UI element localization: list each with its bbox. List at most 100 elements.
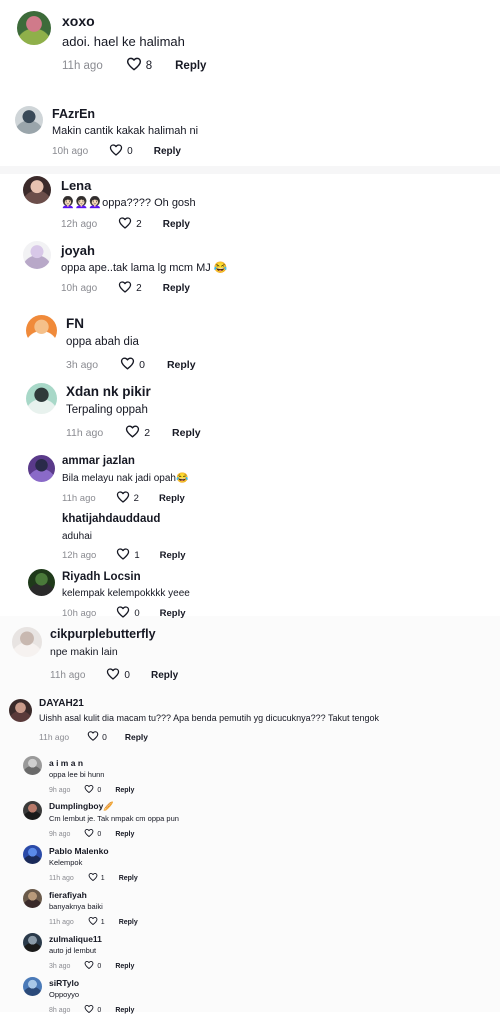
like-count: 2 xyxy=(136,219,142,230)
reply-button[interactable]: Reply xyxy=(115,787,134,794)
reply-button[interactable]: Reply xyxy=(167,359,196,371)
avatar[interactable] xyxy=(23,241,51,269)
username[interactable]: Pablo Malenko xyxy=(49,846,109,856)
like-button[interactable]: 1 xyxy=(116,547,140,564)
heart-icon xyxy=(88,916,98,928)
avatar[interactable] xyxy=(26,383,57,414)
timestamp: 10h ago xyxy=(61,283,98,294)
reply-button[interactable]: Reply xyxy=(160,550,186,561)
comment-meta: 12h ago 2 Reply xyxy=(61,216,190,233)
comment-meta: 11h ago 2 Reply xyxy=(66,424,201,442)
like-button[interactable]: 1 xyxy=(88,916,105,928)
comment-meta: 11h ago 0 Reply xyxy=(50,667,178,684)
like-button[interactable]: 0 xyxy=(116,605,140,622)
like-button[interactable]: 1 xyxy=(88,872,105,884)
like-count: 0 xyxy=(97,1006,102,1014)
reply-button[interactable]: Reply xyxy=(119,875,138,882)
like-count: 1 xyxy=(134,550,140,561)
username[interactable]: khatijahdauddaud xyxy=(62,513,160,525)
like-button[interactable]: 0 xyxy=(84,1004,101,1016)
heart-icon xyxy=(87,730,99,744)
heart-icon xyxy=(116,547,130,564)
avatar[interactable] xyxy=(17,11,51,45)
avatar[interactable] xyxy=(23,176,51,204)
avatar[interactable] xyxy=(23,756,42,775)
like-button[interactable]: 0 xyxy=(87,730,107,744)
comment-text: banyaknya baiki xyxy=(49,902,103,911)
username[interactable]: zulmalique11 xyxy=(49,934,102,944)
heart-icon xyxy=(118,280,132,297)
avatar[interactable] xyxy=(23,801,42,820)
reply-button[interactable]: Reply xyxy=(119,919,138,926)
timestamp: 11h ago xyxy=(49,874,74,882)
like-count: 0 xyxy=(97,830,102,838)
username[interactable]: joyah xyxy=(61,243,95,258)
like-button[interactable]: 0 xyxy=(120,356,145,374)
heart-icon xyxy=(84,784,94,796)
avatar[interactable] xyxy=(26,315,57,346)
comment-text: Terpaling oppah xyxy=(66,404,148,416)
reply-button[interactable]: Reply xyxy=(172,427,201,439)
username[interactable]: Xdan nk pikir xyxy=(66,384,151,399)
reply-button[interactable]: Reply xyxy=(163,219,190,230)
reply-button[interactable]: Reply xyxy=(115,831,134,838)
timestamp: 10h ago xyxy=(52,146,89,157)
like-count: 0 xyxy=(134,608,140,619)
avatar[interactable] xyxy=(23,977,42,996)
reply-button[interactable]: Reply xyxy=(163,283,190,294)
avatar[interactable] xyxy=(23,889,42,908)
like-button[interactable]: 2 xyxy=(118,280,142,297)
username[interactable]: Dumplingboy🥖 xyxy=(49,801,114,812)
comment-text: oppa abah dia xyxy=(66,336,139,348)
like-button[interactable]: 2 xyxy=(125,424,150,442)
avatar[interactable] xyxy=(23,845,42,864)
avatar[interactable] xyxy=(28,569,55,596)
like-count: 0 xyxy=(102,732,107,742)
comment-text: 👩🏻‍🦱👩🏻‍🦱👩🏻‍🦱oppa???? Oh gosh xyxy=(61,197,196,209)
comment-text: oppa lee bi hunn xyxy=(49,770,105,779)
username[interactable]: siRTylo xyxy=(49,978,79,988)
username[interactable]: xoxo xyxy=(62,13,95,29)
username[interactable]: FN xyxy=(66,316,84,331)
like-button[interactable]: 0 xyxy=(84,828,101,840)
timestamp: 11h ago xyxy=(39,732,70,742)
like-count: 0 xyxy=(127,146,133,157)
username[interactable]: DAYAH21 xyxy=(39,698,84,709)
reply-button[interactable]: Reply xyxy=(115,963,134,970)
like-count: 8 xyxy=(145,59,153,72)
reply-button[interactable]: Reply xyxy=(125,732,148,742)
section-divider xyxy=(0,166,500,174)
like-count: 0 xyxy=(97,786,102,794)
reply-button[interactable]: Reply xyxy=(154,146,181,157)
reply-button[interactable]: Reply xyxy=(160,608,186,619)
like-button[interactable]: 2 xyxy=(118,216,142,233)
reply-button[interactable]: Reply xyxy=(115,1007,134,1014)
like-button[interactable]: 2 xyxy=(116,490,139,507)
username[interactable]: a i m a n xyxy=(49,758,83,768)
comment-text: Bila melayu nak jadi opah😂 xyxy=(62,473,189,484)
username[interactable]: Riyadh Locsin xyxy=(62,571,141,583)
username[interactable]: ammar jazlan xyxy=(62,455,135,467)
avatar[interactable] xyxy=(12,627,42,657)
avatar[interactable] xyxy=(23,933,42,952)
avatar[interactable] xyxy=(15,106,43,134)
heart-icon xyxy=(116,490,130,507)
like-button[interactable]: 0 xyxy=(109,143,133,160)
like-button[interactable]: 0 xyxy=(106,667,130,684)
reply-button[interactable]: Reply xyxy=(175,60,206,72)
reply-button[interactable]: Reply xyxy=(151,670,178,681)
like-button[interactable]: 0 xyxy=(84,960,101,972)
heart-icon xyxy=(84,1004,94,1016)
username[interactable]: Lena xyxy=(61,178,91,193)
comment-meta: 11h ago 0 Reply xyxy=(39,730,148,744)
avatar[interactable] xyxy=(28,455,55,482)
username[interactable]: FAzrEn xyxy=(52,107,95,121)
reply-button[interactable]: Reply xyxy=(159,493,185,504)
comment-text: Uishh asal kulit dia macam tu??? Apa ben… xyxy=(39,713,380,723)
like-button[interactable]: 0 xyxy=(84,784,101,796)
like-count: 2 xyxy=(144,427,151,439)
username[interactable]: cikpurplebutterfly xyxy=(50,627,156,641)
like-button[interactable]: 8 xyxy=(126,56,152,75)
avatar[interactable] xyxy=(9,699,32,722)
username[interactable]: fierafiyah xyxy=(49,890,87,900)
